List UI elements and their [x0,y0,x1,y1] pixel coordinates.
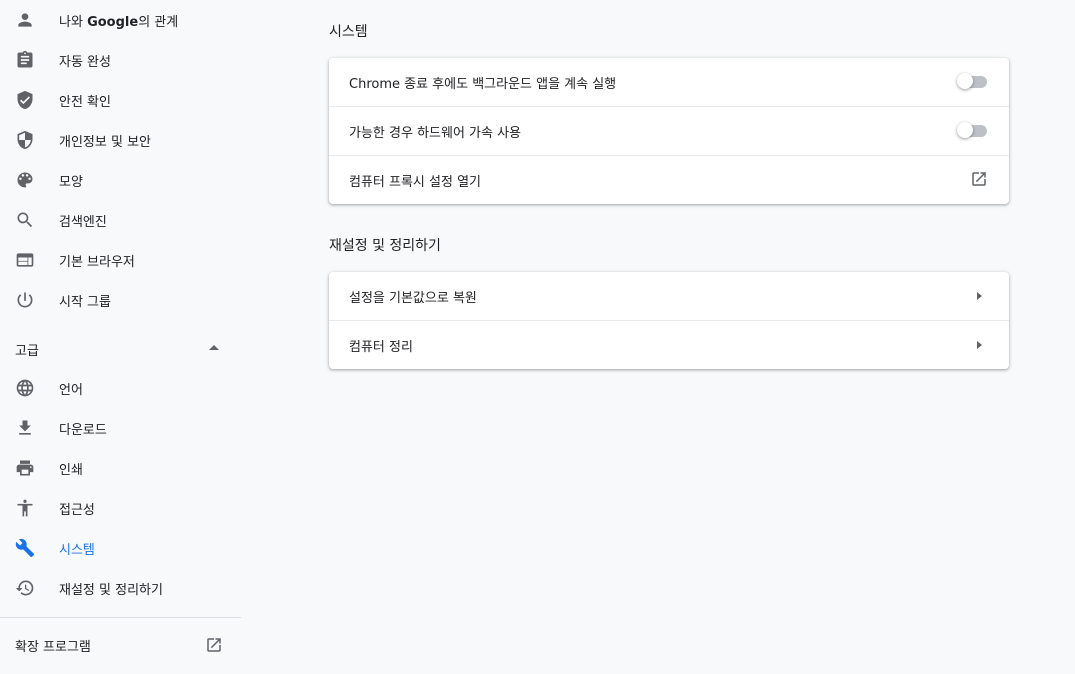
printer-icon [15,458,35,478]
proxy-settings-row[interactable]: 컴퓨터 프록시 설정 열기 [329,155,1009,204]
clipboard-icon [15,50,35,70]
sidebar: 나와 Google의 관계 자동 완성 안전 확인 개인정보 및 보안 모양 검… [0,0,241,674]
sidebar-item-accessibility[interactable]: 접근성 [0,488,241,528]
section-title-reset: 재설정 및 정리하기 [329,238,441,254]
external-link-icon[interactable] [970,170,988,188]
caret-up-icon [209,345,219,350]
sidebar-item-label: 인쇄 [59,462,83,478]
row-label: Chrome 종료 후에도 백그라운드 앱을 계속 실행 [349,77,617,92]
sidebar-item-label: 접근성 [59,502,95,518]
sidebar-item-reset[interactable]: 재설정 및 정리하기 [0,568,241,608]
restore-defaults-row[interactable]: 설정을 기본값으로 복원 [329,272,1009,320]
sidebar-item-extensions[interactable]: 확장 프로그램 [0,624,241,664]
row-label: 설정을 기본값으로 복원 [349,291,477,306]
browser-window-icon [15,250,35,270]
sidebar-item-on-startup[interactable]: 시작 그룹 [0,280,241,320]
hardware-acceleration-toggle[interactable] [957,122,987,138]
background-apps-toggle[interactable] [957,73,987,89]
sidebar-item-label: 시스템 [59,542,95,558]
sidebar-item-system[interactable]: 시스템 [0,528,241,568]
settings-page: 나와 Google의 관계 자동 완성 안전 확인 개인정보 및 보안 모양 검… [0,0,1075,674]
sidebar-item-privacy-security[interactable]: 개인정보 및 보안 [0,120,241,160]
advanced-toggle[interactable]: 고급 [0,328,241,368]
sidebar-item-languages[interactable]: 언어 [0,368,241,408]
toggle-knob [957,122,973,138]
sidebar-item-safety-check[interactable]: 안전 확인 [0,80,241,120]
advanced-label: 고급 [15,344,39,359]
background-apps-row[interactable]: Chrome 종료 후에도 백그라운드 앱을 계속 실행 [329,58,1009,106]
sidebar-item-label: 기본 브라우저 [59,254,135,270]
cleanup-computer-row[interactable]: 컴퓨터 정리 [329,320,1009,369]
download-icon [15,418,35,438]
sidebar-item-label: 시작 그룹 [59,294,111,310]
search-icon [15,210,35,230]
sidebar-divider [0,617,241,618]
arrow-right-icon [977,341,982,349]
sidebar-item-you-and-google[interactable]: 나와 Google의 관계 [0,0,241,40]
sidebar-item-label: 개인정보 및 보안 [59,134,151,150]
sidebar-item-printing[interactable]: 인쇄 [0,448,241,488]
power-icon [15,290,35,310]
reset-settings-card: 설정을 기본값으로 복원 컴퓨터 정리 [329,272,1009,369]
history-icon [15,578,35,598]
shield-check-icon [15,90,35,110]
sidebar-item-label: 검색엔진 [59,214,107,230]
sidebar-item-downloads[interactable]: 다운로드 [0,408,241,448]
person-icon [15,10,35,30]
hardware-acceleration-row[interactable]: 가능한 경우 하드웨어 가속 사용 [329,106,1009,155]
accessibility-icon [15,498,35,518]
wrench-icon [15,538,35,558]
sidebar-item-label: 재설정 및 정리하기 [59,582,163,598]
sidebar-item-label: 확장 프로그램 [15,640,91,655]
external-link-icon [205,636,223,654]
sidebar-item-label: 언어 [59,382,83,398]
row-label: 가능한 경우 하드웨어 가속 사용 [349,126,522,141]
system-settings-card: Chrome 종료 후에도 백그라운드 앱을 계속 실행 가능한 경우 하드웨어… [329,58,1009,204]
sidebar-item-label: 나와 Google의 관계 [59,14,179,30]
row-label: 컴퓨터 프록시 설정 열기 [349,175,481,190]
sidebar-item-default-browser[interactable]: 기본 브라우저 [0,240,241,280]
palette-icon [15,170,35,190]
sidebar-item-autofill[interactable]: 자동 완성 [0,40,241,80]
section-title-system: 시스템 [329,24,368,40]
globe-icon [15,378,35,398]
sidebar-item-label: 자동 완성 [59,54,111,70]
sidebar-item-label: 모양 [59,174,83,190]
sidebar-item-appearance[interactable]: 모양 [0,160,241,200]
sidebar-item-search-engine[interactable]: 검색엔진 [0,200,241,240]
shield-half-icon [15,130,35,150]
arrow-right-icon [977,292,982,300]
toggle-knob [957,73,973,89]
sidebar-item-label: 다운로드 [59,422,107,438]
row-label: 컴퓨터 정리 [349,340,413,355]
sidebar-item-label: 안전 확인 [59,94,111,110]
